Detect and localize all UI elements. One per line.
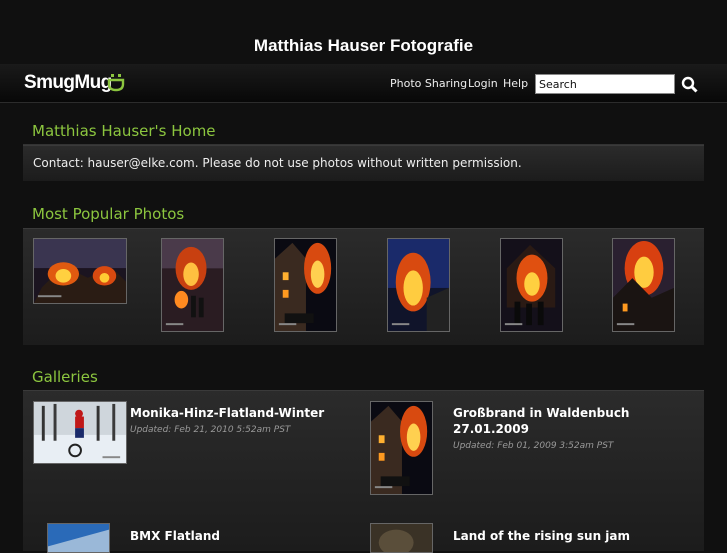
gallery-title-1[interactable]: Monika-Hinz-Flatland-Winter	[130, 405, 350, 421]
home-title: Matthias Hauser's Home	[32, 122, 216, 140]
contact-panel: Contact: hauser@elke.com. Please do not …	[23, 145, 704, 181]
smugmug-logo[interactable]: SmugMug	[24, 72, 112, 94]
popular-photo-2[interactable]	[161, 238, 224, 332]
contact-text: Contact: hauser@elke.com. Please do not …	[33, 156, 522, 170]
nav-photo-sharing[interactable]: Photo Sharing	[390, 77, 467, 90]
popular-photo-6[interactable]	[612, 238, 675, 332]
gallery-thumb-1[interactable]	[33, 401, 127, 464]
site-title: Matthias Hauser Fotografie	[253, 36, 474, 55]
gallery-thumb-4[interactable]	[370, 523, 433, 553]
gallery-title-3[interactable]: BMX Flatland	[130, 528, 330, 544]
gallery-updated-2: Updated: Feb 01, 2009 3:52am PST	[453, 441, 614, 451]
popular-photo-5[interactable]	[500, 238, 563, 332]
popular-photo-3[interactable]	[274, 238, 337, 332]
galleries-title: Galleries	[32, 368, 98, 386]
popular-photo-4[interactable]	[387, 238, 450, 332]
popular-title: Most Popular Photos	[32, 205, 185, 223]
popular-photo-1[interactable]	[33, 238, 127, 304]
search-input[interactable]	[535, 74, 675, 94]
gallery-updated-1: Updated: Feb 21, 2010 5:52am PST	[130, 425, 291, 435]
smugmug-smiley-icon[interactable]	[107, 72, 125, 92]
gallery-title-4[interactable]: Land of the rising sun jam	[453, 528, 673, 544]
gallery-title-2[interactable]: Großbrand in Waldenbuch 27.01.2009	[453, 405, 653, 437]
top-bar: SmugMug Photo Sharing Login Help	[0, 64, 727, 103]
nav-login[interactable]: Login	[468, 77, 498, 90]
gallery-thumb-2[interactable]	[370, 401, 433, 495]
nav-help[interactable]: Help	[503, 77, 528, 90]
gallery-thumb-3[interactable]	[47, 523, 110, 553]
search-icon[interactable]	[681, 76, 698, 93]
